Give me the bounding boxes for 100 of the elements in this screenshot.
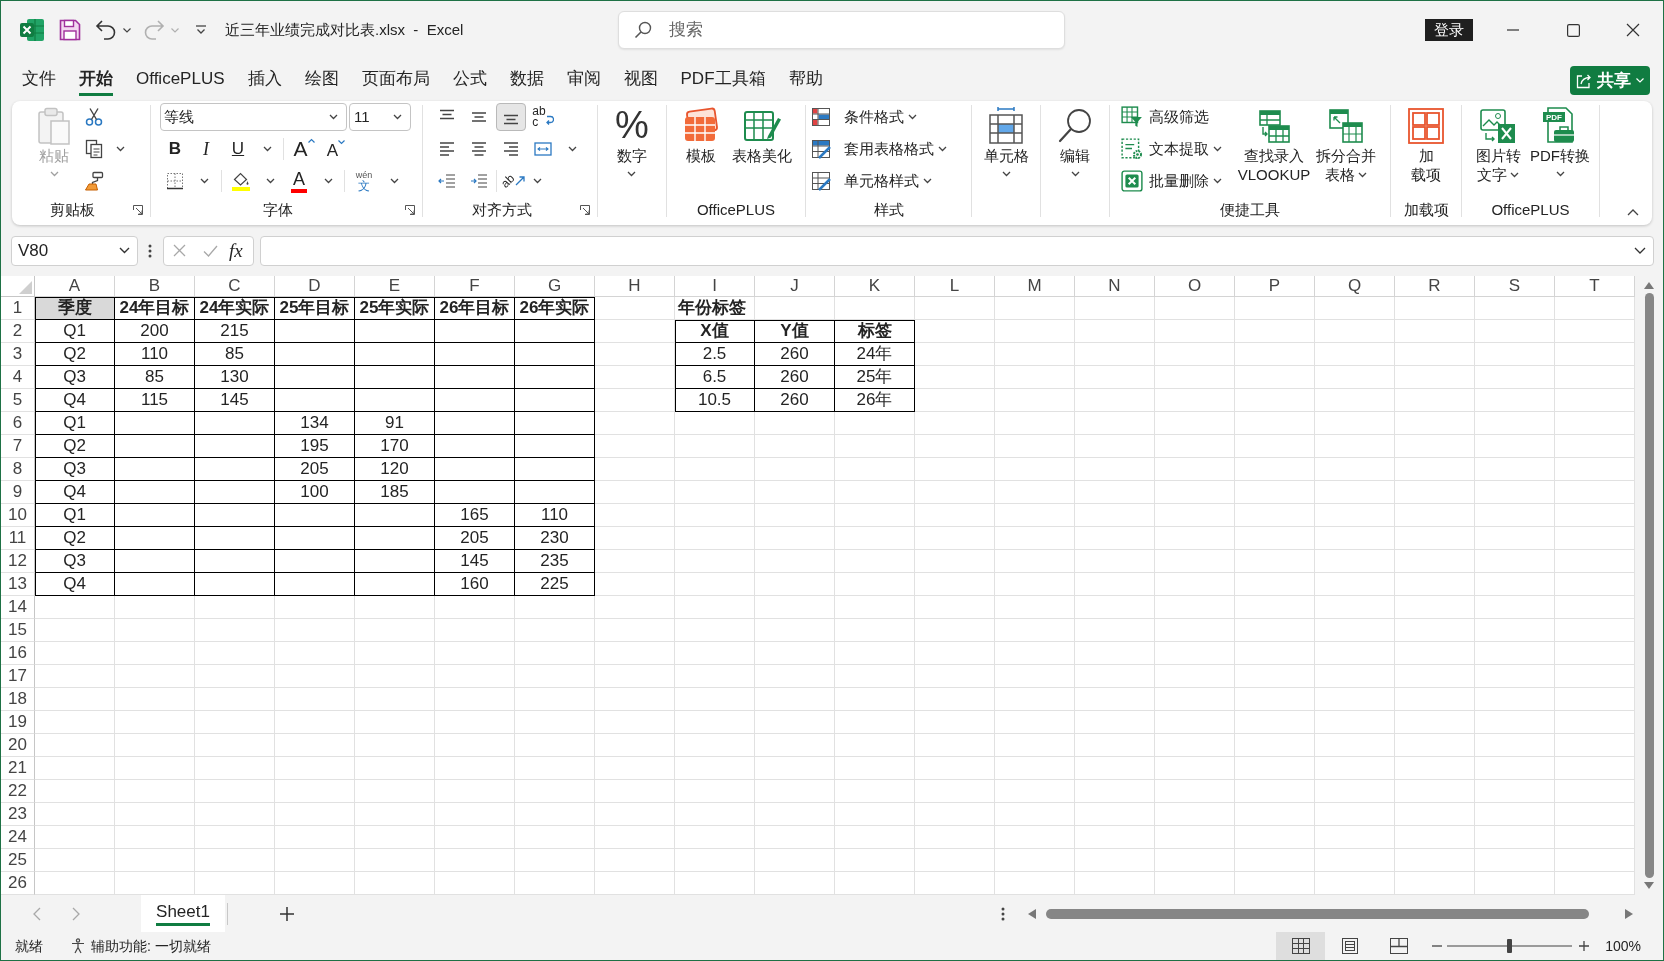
caret-icon[interactable] (265, 178, 275, 184)
ribbon-button[interactable]: 单元格 (983, 101, 1029, 177)
ribbon-tab[interactable]: 插入 (247, 65, 282, 96)
ribbon-button[interactable]: 表格美化 (724, 101, 800, 165)
scissors-icon[interactable] (84, 107, 104, 127)
plus-icon[interactable] (1579, 941, 1590, 951)
caret-icon[interactable] (389, 178, 399, 184)
ribbon-button[interactable]: 模板 (680, 101, 722, 165)
ribbon-tab[interactable]: 页面布局 (361, 65, 430, 96)
column-header[interactable]: Q (1315, 276, 1395, 297)
row-header[interactable]: 7 (1, 435, 35, 458)
triangle-down-icon[interactable] (1644, 882, 1654, 889)
caret-icon[interactable] (323, 178, 333, 184)
paint-bucket-icon[interactable] (231, 171, 251, 191)
grow-font-button[interactable]: A (287, 135, 321, 163)
column-header[interactable]: K (835, 276, 915, 297)
ribbon-button[interactable]: 高级筛选 (1121, 106, 1209, 128)
ribbon-button[interactable]: 编辑 (1055, 101, 1095, 177)
dots-icon[interactable] (1001, 906, 1005, 921)
column-header[interactable]: F (435, 276, 515, 297)
row-header[interactable]: 21 (1, 757, 35, 780)
caret-icon[interactable] (532, 178, 542, 184)
ribbon-button[interactable]: 图片转 文字 (1467, 101, 1529, 184)
border-grid-icon[interactable] (166, 172, 184, 190)
column-header[interactable]: N (1075, 276, 1155, 297)
column-header[interactable]: C (195, 276, 275, 297)
ribbon-tab[interactable]: 帮助 (788, 65, 823, 96)
row-header[interactable]: 24 (1, 826, 35, 849)
copy-icon[interactable] (84, 139, 104, 159)
italic-button[interactable]: I (190, 135, 222, 163)
font-color-button[interactable]: A (283, 167, 315, 195)
row-header[interactable]: 20 (1, 734, 35, 757)
column-header[interactable]: S (1475, 276, 1555, 297)
row-header[interactable]: 9 (1, 481, 35, 504)
column-header[interactable]: D (275, 276, 355, 297)
maximize-icon[interactable] (1566, 23, 1580, 37)
row-header[interactable]: 4 (1, 366, 35, 389)
column-header[interactable]: E (355, 276, 435, 297)
row-header[interactable]: 12 (1, 550, 35, 573)
row-header[interactable]: 19 (1, 711, 35, 734)
column-header[interactable]: M (995, 276, 1075, 297)
row-header[interactable]: 17 (1, 665, 35, 688)
caret-icon[interactable] (116, 146, 125, 152)
column-header[interactable]: J (755, 276, 835, 297)
font-size-field[interactable]: 11 (349, 103, 411, 131)
caret-icon[interactable] (567, 146, 577, 152)
scrollbar-thumb[interactable] (1046, 908, 1589, 919)
vertical-align-button[interactable] (496, 103, 526, 131)
row-header[interactable]: 16 (1, 642, 35, 665)
row-header[interactable]: 10 (1, 504, 35, 527)
caret-icon[interactable] (199, 178, 209, 184)
plus-icon[interactable] (280, 906, 294, 921)
ribbon-button[interactable]: 批量删除 (1121, 170, 1222, 192)
row-header[interactable]: 13 (1, 573, 35, 596)
ribbon-button[interactable]: 条件格式 (811, 107, 917, 127)
caret-icon[interactable] (1634, 247, 1646, 254)
row-header[interactable]: 22 (1, 780, 35, 803)
align-left-icon[interactable] (438, 140, 456, 158)
close-icon[interactable] (1626, 23, 1640, 37)
ribbon-button[interactable]: 加 载项 (1406, 101, 1446, 184)
ribbon-tab[interactable]: 视图 (623, 65, 658, 96)
ribbon-tab[interactable]: 文件 (22, 65, 56, 96)
number-format-button[interactable]: % 数字 (615, 101, 649, 177)
row-header[interactable]: 23 (1, 803, 35, 826)
normal-view-button[interactable] (1276, 932, 1326, 960)
insert-function-button[interactable]: fx (229, 239, 243, 262)
scrollbar-thumb[interactable] (1644, 293, 1654, 878)
dialog-launcher-icon[interactable] (133, 205, 143, 215)
ribbon-button[interactable]: 单元格样式 (811, 171, 932, 191)
ribbon-button[interactable]: 拆分合并 表格 (1314, 101, 1378, 184)
row-header[interactable]: 15 (1, 619, 35, 642)
dialog-launcher-icon[interactable] (580, 205, 590, 215)
decrease-indent-icon[interactable] (438, 172, 456, 190)
customize-icon[interactable] (195, 25, 207, 35)
zoom-slider-thumb[interactable] (1507, 939, 1513, 953)
underline-button[interactable]: U (222, 135, 254, 163)
row-header[interactable]: 6 (1, 412, 35, 435)
row-header[interactable]: 26 (1, 872, 35, 895)
column-header[interactable]: H (595, 276, 675, 297)
share-button[interactable]: 共享 (1570, 66, 1650, 95)
shrink-font-button[interactable]: A (321, 135, 351, 163)
ribbon-button[interactable]: 查找录入 VLOOKUP (1236, 101, 1312, 184)
column-header[interactable]: L (915, 276, 995, 297)
row-header[interactable]: 8 (1, 458, 35, 481)
font-name-field[interactable]: 等线 (160, 103, 347, 131)
dots-icon[interactable] (148, 243, 152, 258)
save-icon[interactable] (59, 19, 81, 41)
column-header[interactable]: O (1155, 276, 1235, 297)
row-header[interactable]: 3 (1, 343, 35, 366)
column-header[interactable]: P (1235, 276, 1315, 297)
row-header[interactable]: 11 (1, 527, 35, 550)
dialog-launcher-icon[interactable] (405, 205, 415, 215)
merge-cells-icon[interactable] (534, 140, 552, 158)
ribbon-tab[interactable]: 绘图 (304, 65, 339, 96)
caret-icon[interactable] (262, 146, 272, 152)
ribbon-tab[interactable]: 开始 (79, 65, 113, 96)
triangle-up-icon[interactable] (1644, 282, 1654, 289)
phonetic-guide-button[interactable]: wén 文 (348, 167, 380, 195)
ribbon-tab[interactable]: OfficePLUS (136, 65, 225, 96)
minus-icon[interactable] (1432, 945, 1443, 947)
